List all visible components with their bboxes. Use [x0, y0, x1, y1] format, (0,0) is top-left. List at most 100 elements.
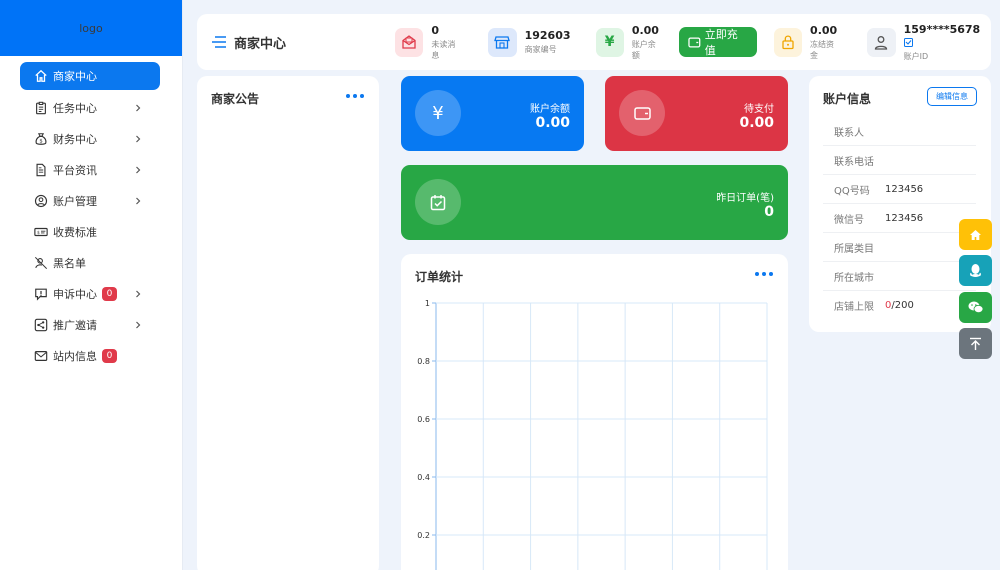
sidebar-menu: 商家中心 任务中心 $ 财务中心 平台资讯 账户管理 $ 收费标准 黑名单 申诉…: [0, 56, 182, 371]
svg-text:$: $: [39, 138, 42, 144]
top-bar: 商家中心 0 未读消息 192603 商家编号 ¥ 0.00 账户余额 立即充值 0.…: [197, 14, 991, 70]
row-value: 0/200: [885, 300, 914, 311]
row-key: 店铺上限: [834, 302, 874, 313]
document-icon: [36, 163, 46, 176]
sidebar-item-site-messages[interactable]: 站内信息 0: [0, 340, 182, 371]
sidebar-item-label: 任务中心: [53, 101, 97, 115]
more-icon[interactable]: [346, 94, 364, 98]
shop-limit-row: 店铺上限 0/200: [823, 291, 976, 320]
sidebar-item-fee-standard[interactable]: $ 收费标准: [0, 216, 182, 247]
menu-toggle-icon[interactable]: [211, 35, 227, 49]
chevron-right-icon: [136, 166, 141, 173]
edit-info-button[interactable]: 编辑信息: [927, 87, 977, 106]
sidebar-item-appeal-center[interactable]: 申诉中心 0: [0, 278, 182, 309]
merchant-number-stat: 192603 商家编号: [487, 27, 571, 57]
sidebar-item-promotion-invite[interactable]: 推广邀请: [0, 309, 182, 340]
contact-person-row: 联系人: [823, 117, 976, 146]
logo[interactable]: logo: [0, 0, 182, 56]
wallet-icon: [619, 90, 665, 136]
back-to-top-button[interactable]: [959, 328, 992, 359]
sidebar-item-platform-news[interactable]: 平台资讯: [0, 154, 182, 185]
balance-tile: ¥ 账户余额 0.00: [401, 76, 584, 151]
price-tag-icon: $: [34, 227, 48, 236]
stat-value: 192603: [524, 29, 571, 42]
stat-label: 账户ID: [903, 51, 929, 61]
notice-card: 商家公告: [197, 76, 379, 570]
qq-icon: [970, 264, 981, 277]
stat-value: 0: [431, 23, 439, 37]
recharge-label: 立即充值: [704, 28, 738, 57]
chevron-right-icon: [136, 104, 141, 111]
account-id-value: 159****5678: [903, 22, 981, 36]
row-key: 联系电话: [834, 156, 874, 168]
sidebar-item-label: 推广邀请: [53, 318, 97, 332]
wallet-icon: [688, 37, 701, 48]
home-icon: [970, 229, 981, 240]
y-tick-label: 0.8: [417, 357, 430, 366]
user-circle-icon: [34, 194, 48, 207]
row-value: 123456: [885, 183, 924, 195]
home-float-button[interactable]: [959, 219, 992, 250]
stat-label: 冻结资金: [810, 39, 835, 60]
frozen-funds-stat: 0.00 冻结资金: [773, 23, 842, 61]
sidebar-item-label: 站内信息: [53, 349, 97, 363]
stat-value: 0.00: [631, 23, 659, 37]
row-key: 所属类目: [834, 243, 874, 255]
account-balance-stat: ¥ 0.00 账户余额: [595, 23, 664, 61]
qq-row: QQ号码 123456: [823, 175, 976, 204]
sidebar-item-label: 黑名单: [53, 256, 86, 270]
row-key: 所在城市: [834, 272, 874, 284]
yuan-icon: ¥: [415, 90, 461, 136]
row-value: 123456: [885, 212, 924, 224]
tile-value: 0.00: [739, 115, 774, 131]
tile-label: 待支付: [744, 104, 774, 115]
blocked-user-icon: [34, 256, 48, 269]
tile-label: 昨日订单(笔): [716, 193, 774, 204]
order-statistics-card: 订单统计 1 0.8 0.6 0.4 0.2: [401, 254, 788, 570]
tile-value: 0: [764, 204, 774, 220]
sidebar-item-task-center[interactable]: 任务中心: [0, 92, 182, 123]
user-icon: [867, 27, 896, 57]
stat-label: 账户余额: [631, 39, 656, 60]
sidebar-item-account-management[interactable]: 账户管理: [0, 185, 182, 216]
account-id-stat[interactable]: 159****5678 账户ID: [867, 23, 991, 62]
order-chart: 1 0.8 0.6 0.4 0.2: [417, 299, 768, 570]
unread-messages-stat[interactable]: 0 未读消息: [395, 24, 463, 61]
clipboard-icon: [36, 101, 46, 114]
stat-value: 159****5678: [903, 22, 991, 49]
chevron-right-icon: [136, 135, 141, 142]
lock-icon: [773, 27, 803, 57]
share-icon: [34, 318, 48, 331]
qq-float-button[interactable]: [959, 255, 992, 286]
chevron-right-icon: [136, 290, 141, 297]
stat-value: 0.00: [810, 23, 838, 37]
y-tick-label: 0.6: [417, 415, 430, 424]
yesterday-orders-tile: 昨日订单(笔) 0: [401, 165, 788, 240]
arrow-up-icon: [970, 337, 981, 350]
chevron-right-icon: [136, 197, 141, 204]
sidebar-item-label: 收费标准: [53, 225, 97, 239]
tile-value: 0.00: [535, 115, 570, 131]
row-key: QQ号码: [834, 185, 870, 197]
yuan-icon: ¥: [595, 27, 624, 57]
sidebar-item-blacklist[interactable]: 黑名单: [0, 247, 182, 278]
row-key: 联系人: [834, 127, 864, 139]
sidebar-item-label: 财务中心: [53, 132, 97, 146]
notice-title: 商家公告: [211, 92, 260, 106]
dropdown-check-icon[interactable]: [903, 37, 913, 47]
tile-label: 账户余额: [530, 104, 570, 115]
chevron-right-icon: [136, 321, 141, 328]
wechat-icon: [968, 301, 983, 314]
city-row: 所在城市: [823, 262, 976, 291]
sidebar-item-label: 商家中心: [53, 70, 97, 83]
category-row: 所属类目: [823, 233, 976, 262]
calendar-check-icon: [415, 179, 461, 225]
sidebar-item-label: 申诉中心: [53, 287, 97, 301]
wechat-float-button[interactable]: [959, 292, 992, 323]
page-title: 商家中心: [211, 33, 392, 52]
sidebar-item-finance-center[interactable]: $ 财务中心: [0, 123, 182, 154]
contact-phone-row: 联系电话: [823, 146, 976, 175]
mail-icon: [34, 350, 48, 361]
sidebar-item-merchant-center[interactable]: 商家中心: [20, 62, 160, 90]
recharge-button[interactable]: 立即充值: [679, 27, 757, 57]
